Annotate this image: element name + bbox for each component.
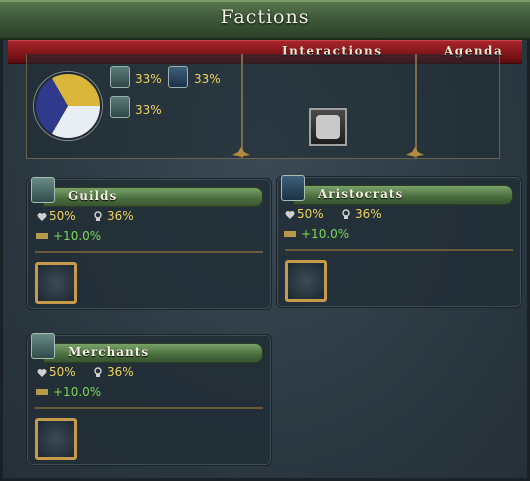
aristocrat-hat-icon[interactable] (281, 175, 305, 201)
modifier-icon (36, 233, 48, 239)
influence-icon (342, 209, 350, 219)
merchants-share-value: 33% (135, 103, 162, 117)
merchant-scales-icon[interactable] (31, 333, 55, 359)
faction-name: Aristocrats (318, 187, 404, 201)
faction-card-merchants: Merchants 50% 36% +10.0% (26, 333, 272, 466)
faction-name: Merchants (68, 345, 150, 359)
ornament-icon (232, 147, 250, 157)
influence-icon (94, 367, 102, 377)
influence-value: 36% (107, 209, 134, 223)
heart-icon (285, 211, 295, 219)
card-divider (35, 407, 263, 409)
modifier-value: +10.0% (53, 385, 102, 399)
merchant-scales-icon[interactable] (110, 96, 130, 118)
faction-name-bar: Guilds (43, 187, 263, 207)
agenda-slot[interactable] (35, 262, 77, 304)
modifier-value: +10.0% (301, 227, 350, 241)
card-divider (35, 251, 263, 253)
scroll-seal-icon (316, 115, 340, 139)
faction-name-bar: Merchants (43, 343, 263, 363)
faction-card-aristocrats: Aristocrats 50% 36% +10.0% (276, 175, 522, 308)
faction-name: Guilds (68, 189, 118, 203)
card-divider (285, 249, 513, 251)
interaction-button[interactable] (309, 108, 347, 146)
title-bar: Factions (0, 0, 530, 40)
approval-value: 50% (297, 207, 324, 221)
heart-icon (37, 369, 47, 377)
aristocrat-hat-icon[interactable] (168, 66, 188, 88)
window-title: Factions (220, 6, 310, 28)
guild-anvil-icon[interactable] (31, 177, 55, 203)
influence-value: 36% (107, 365, 134, 379)
agenda-slot[interactable] (35, 418, 77, 460)
aristocrats-share-value: 33% (194, 72, 221, 86)
modifier-icon (284, 231, 296, 237)
faction-share-pie-chart[interactable] (34, 72, 102, 140)
influence-value: 36% (355, 207, 382, 221)
influence-icon (94, 211, 102, 221)
faction-card-guilds: Guilds 50% 36% +10.0% (26, 177, 272, 310)
guilds-share-value: 33% (135, 72, 162, 86)
agenda-slot[interactable] (285, 260, 327, 302)
ornament-icon (406, 147, 424, 157)
guild-anvil-icon[interactable] (110, 66, 130, 88)
faction-name-bar: Aristocrats (293, 185, 513, 205)
approval-value: 50% (49, 365, 76, 379)
approval-value: 50% (49, 209, 76, 223)
divider-agenda (415, 54, 417, 158)
heart-icon (37, 213, 47, 221)
modifier-icon (36, 389, 48, 395)
modifier-value: +10.0% (53, 229, 102, 243)
divider-interactions (241, 54, 243, 158)
